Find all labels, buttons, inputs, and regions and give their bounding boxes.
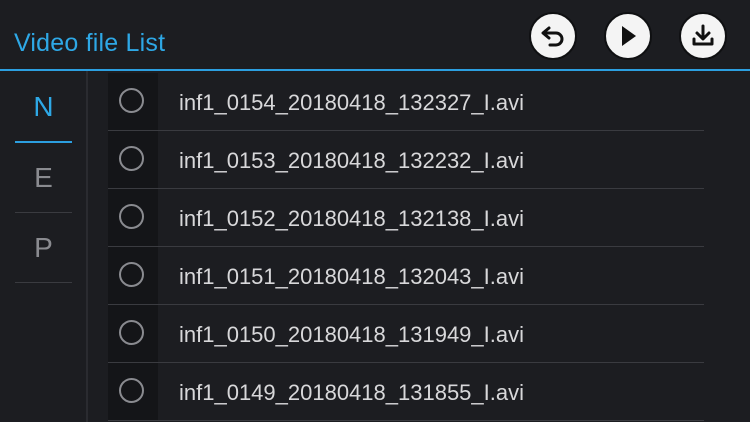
undo-button[interactable] bbox=[529, 12, 577, 60]
select-radio[interactable] bbox=[119, 146, 144, 171]
play-icon bbox=[617, 24, 639, 48]
select-column bbox=[108, 305, 158, 362]
undo-arrow-icon bbox=[540, 25, 566, 47]
select-radio[interactable] bbox=[119, 378, 144, 403]
page-title: Video file List bbox=[14, 29, 166, 57]
list-item[interactable]: inf1_0151_20180418_132043_I.avi bbox=[108, 247, 704, 305]
file-name: inf1_0152_20180418_132138_I.avi bbox=[179, 206, 524, 231]
select-column bbox=[108, 363, 158, 420]
tab-event[interactable]: E bbox=[15, 143, 72, 213]
file-name: inf1_0149_20180418_131855_I.avi bbox=[179, 380, 524, 405]
select-radio[interactable] bbox=[119, 320, 144, 345]
list-item[interactable]: inf1_0154_20180418_132327_I.avi bbox=[108, 73, 704, 131]
list-item[interactable]: inf1_0149_20180418_131855_I.avi bbox=[108, 363, 704, 421]
tab-normal[interactable]: N bbox=[15, 73, 72, 143]
category-sidebar: N E P bbox=[0, 71, 88, 422]
play-button[interactable] bbox=[604, 12, 652, 60]
select-radio[interactable] bbox=[119, 204, 144, 229]
tab-parking[interactable]: P bbox=[15, 213, 72, 283]
select-column bbox=[108, 247, 158, 304]
header-bar: Video file List bbox=[0, 0, 750, 71]
download-button[interactable] bbox=[679, 12, 727, 60]
list-item[interactable]: inf1_0150_20180418_131949_I.avi bbox=[108, 305, 704, 363]
select-column bbox=[108, 189, 158, 246]
select-radio[interactable] bbox=[119, 262, 144, 287]
app-window: Video file List N E P inf1_0154_20180418… bbox=[0, 0, 750, 422]
file-name: inf1_0150_20180418_131949_I.avi bbox=[179, 322, 524, 347]
select-column bbox=[108, 73, 158, 130]
file-name: inf1_0153_20180418_132232_I.avi bbox=[179, 148, 524, 173]
select-radio[interactable] bbox=[119, 88, 144, 113]
list-item[interactable]: inf1_0152_20180418_132138_I.avi bbox=[108, 189, 704, 247]
list-item[interactable]: inf1_0153_20180418_132232_I.avi bbox=[108, 131, 704, 189]
select-column bbox=[108, 131, 158, 188]
video-file-list: inf1_0154_20180418_132327_I.avi inf1_015… bbox=[108, 71, 704, 422]
download-icon bbox=[691, 24, 715, 48]
file-name: inf1_0151_20180418_132043_I.avi bbox=[179, 264, 524, 289]
file-name: inf1_0154_20180418_132327_I.avi bbox=[179, 90, 524, 115]
